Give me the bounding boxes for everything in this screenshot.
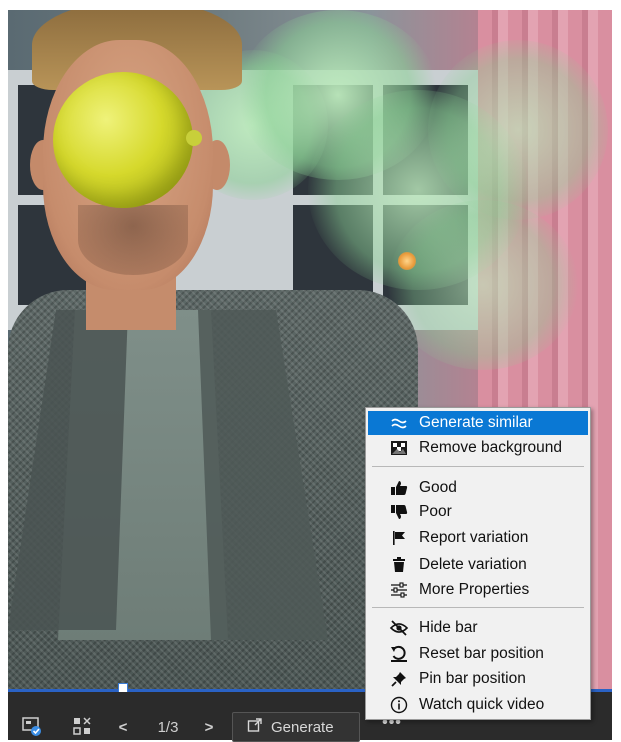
- generate-icon: [247, 717, 263, 737]
- page-indicator: 1/3: [157, 718, 179, 736]
- menu-item-watch-quick-video[interactable]: Watch quick video: [368, 693, 588, 717]
- lemon-tip: [186, 130, 202, 146]
- menu-item-label: Remove background: [419, 439, 563, 456]
- menu-separator: [372, 607, 584, 608]
- menu-item-label: Delete variation: [419, 556, 527, 573]
- menu-item-poor[interactable]: Poor: [368, 500, 588, 524]
- trash-icon: [388, 557, 410, 573]
- menu-item-label: Good: [419, 479, 457, 496]
- lemon: [53, 72, 193, 208]
- next-button[interactable]: >: [200, 712, 218, 742]
- menu-separator: [372, 466, 584, 467]
- menu-item-remove-background[interactable]: Remove background: [368, 436, 588, 460]
- previous-button[interactable]: <: [114, 712, 132, 742]
- select-image-icon[interactable]: [20, 710, 44, 742]
- menu-item-label: Watch quick video: [419, 696, 545, 713]
- menu-item-label: Poor: [419, 503, 452, 520]
- generate-label: Generate: [271, 718, 334, 736]
- beard: [78, 205, 188, 275]
- menu-item-label: Pin bar position: [419, 670, 526, 687]
- menu-item-report-variation[interactable]: Report variation: [368, 526, 588, 550]
- menu-item-more-properties[interactable]: More Properties: [368, 578, 588, 602]
- menu-item-label: Reset bar position: [419, 645, 544, 662]
- eye-off-icon: [388, 620, 410, 636]
- menu-item-label: Report variation: [419, 529, 529, 546]
- qr-code-icon[interactable]: [70, 710, 94, 742]
- thumbs-up-icon: [388, 480, 410, 496]
- reset-icon: [388, 645, 410, 663]
- context-menu: Generate similar Remove background Good …: [365, 407, 591, 720]
- menu-item-pin-bar-position[interactable]: Pin bar position: [368, 667, 588, 691]
- menu-item-delete-variation[interactable]: Delete variation: [368, 553, 588, 577]
- info-icon: [388, 696, 410, 714]
- remove-background-icon: [388, 440, 410, 456]
- menu-item-generate-similar[interactable]: Generate similar: [368, 411, 588, 435]
- menu-item-reset-bar-position[interactable]: Reset bar position: [368, 642, 588, 666]
- menu-item-label: Generate similar: [419, 414, 533, 431]
- approx-icon: [388, 416, 410, 430]
- generate-button[interactable]: Generate: [232, 712, 360, 742]
- thumbs-down-icon: [388, 504, 410, 520]
- menu-item-label: More Properties: [419, 581, 530, 598]
- window-light: [398, 252, 416, 270]
- menu-item-hide-bar[interactable]: Hide bar: [368, 616, 588, 640]
- menu-item-label: Hide bar: [419, 619, 478, 636]
- pin-icon: [388, 671, 410, 687]
- flag-icon: [388, 530, 410, 546]
- sliders-icon: [388, 582, 410, 598]
- smoke: [428, 40, 608, 220]
- menu-item-good[interactable]: Good: [368, 476, 588, 500]
